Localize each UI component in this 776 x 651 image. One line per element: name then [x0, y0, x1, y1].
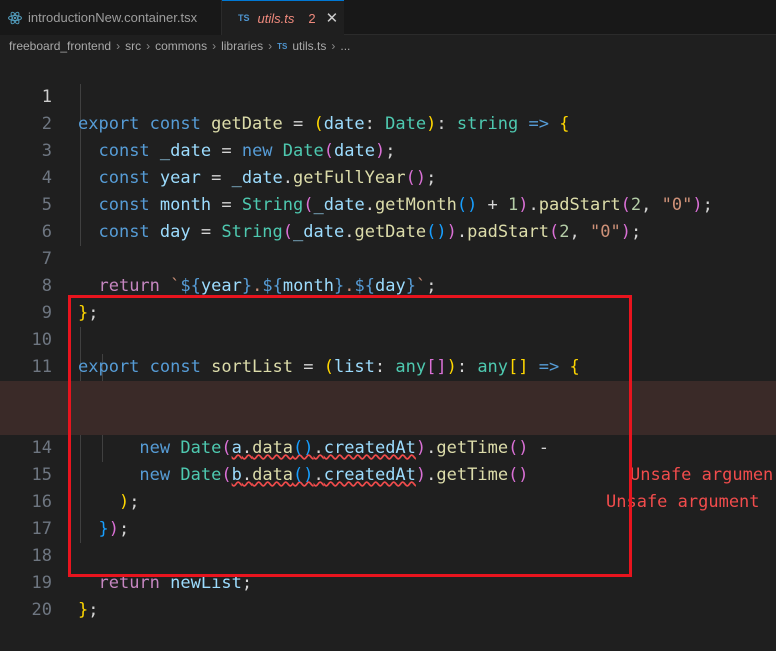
- problems-count-badge: 2: [308, 10, 316, 26]
- typescript-file-icon: TS: [238, 13, 250, 23]
- tab-introductionNew-container[interactable]: introductionNew.container.tsx: [0, 0, 222, 35]
- typescript-file-icon: TS: [277, 41, 288, 51]
- breadcrumb-item[interactable]: libraries: [221, 39, 263, 53]
- chevron-right-icon: ›: [212, 39, 217, 53]
- code-text: };: [78, 600, 99, 620]
- chevron-right-icon: ›: [331, 39, 336, 53]
- code-line: 1 export const getDate = (date: Date): s…: [0, 57, 776, 134]
- code-line: 5 const day = String(_date.getDate()).pa…: [0, 165, 776, 242]
- close-icon[interactable]: ✕: [326, 9, 339, 27]
- tab-label: introductionNew.container.tsx: [28, 10, 198, 25]
- tab-label: utils.ts: [257, 10, 295, 26]
- chevron-right-icon: ›: [116, 39, 121, 53]
- code-line: 6: [0, 192, 776, 242]
- breadcrumb-item[interactable]: src: [125, 39, 141, 53]
- line-number: 20: [31, 600, 52, 620]
- chevron-right-icon: ›: [268, 39, 273, 53]
- breadcrumb-item[interactable]: utils.ts: [292, 39, 326, 53]
- highlight-annotation-box: [68, 295, 632, 577]
- breadcrumb: freeboard_frontend › src › commons › lib…: [0, 35, 776, 57]
- chevron-right-icon: ›: [146, 39, 151, 53]
- code-line: 2 const _date = new Date(date);: [0, 84, 776, 161]
- breadcrumb-item[interactable]: commons: [155, 39, 207, 53]
- breadcrumb-item[interactable]: freeboard_frontend: [9, 39, 111, 53]
- code-line: 8 };: [0, 246, 776, 323]
- code-line: 4 const month = String(_date.getMonth() …: [0, 138, 776, 215]
- react-icon: [8, 11, 22, 25]
- code-line: 7 return `${year}.${month}.${day}`;: [0, 219, 776, 296]
- breadcrumb-item[interactable]: ...: [340, 39, 350, 53]
- tab-utils-ts[interactable]: TS utils.ts 2 ✕: [222, 0, 344, 35]
- tab-bar: introductionNew.container.tsx TS utils.t…: [0, 0, 776, 35]
- code-line: 3 const year = _date.getFullYear();: [0, 111, 776, 188]
